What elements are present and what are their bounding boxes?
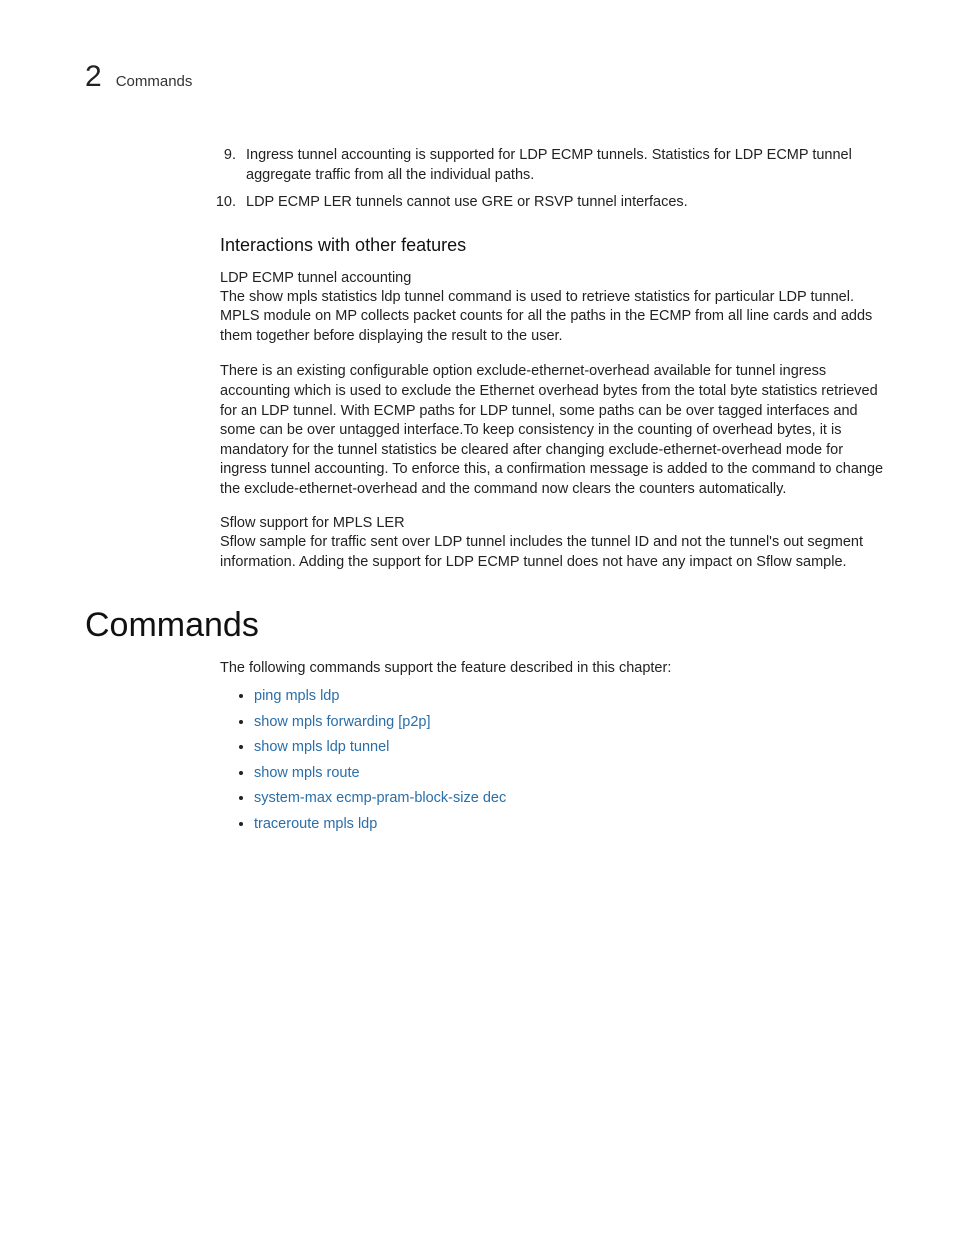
command-link[interactable]: ping mpls ldp bbox=[254, 688, 339, 704]
command-link[interactable]: show mpls forwarding [p2p] bbox=[254, 714, 431, 730]
section-heading-commands: Commands bbox=[85, 606, 884, 645]
numbered-list: Ingress tunnel accounting is supported f… bbox=[220, 146, 884, 213]
commands-list: ping mpls ldp show mpls forwarding [p2p]… bbox=[220, 687, 884, 834]
paragraph-title: LDP ECMP tunnel accounting bbox=[220, 270, 884, 286]
command-link[interactable]: show mpls ldp tunnel bbox=[254, 739, 389, 755]
paragraph-title: Sflow support for MPLS LER bbox=[220, 515, 884, 531]
section-heading-interactions: Interactions with other features bbox=[220, 235, 884, 256]
chapter-number: 2 bbox=[85, 60, 102, 94]
list-item: system-max ecmp-pram-block-size dec bbox=[254, 789, 884, 809]
commands-body: The following commands support the featu… bbox=[220, 659, 884, 834]
commands-intro: The following commands support the featu… bbox=[220, 659, 884, 679]
list-item: traceroute mpls ldp bbox=[254, 815, 884, 835]
page: 2 Commands Ingress tunnel accounting is … bbox=[0, 0, 954, 900]
list-item: LDP ECMP LER tunnels cannot use GRE or R… bbox=[240, 193, 884, 213]
list-item: show mpls route bbox=[254, 764, 884, 784]
command-link[interactable]: traceroute mpls ldp bbox=[254, 816, 377, 832]
list-item: ping mpls ldp bbox=[254, 687, 884, 707]
list-item: show mpls ldp tunnel bbox=[254, 738, 884, 758]
list-item: show mpls forwarding [p2p] bbox=[254, 713, 884, 733]
paragraph: There is an existing configurable option… bbox=[220, 362, 884, 499]
page-header: 2 Commands bbox=[85, 60, 884, 94]
chapter-title: Commands bbox=[116, 73, 193, 90]
paragraph: Sflow sample for traffic sent over LDP t… bbox=[220, 533, 884, 572]
paragraph: The show mpls statistics ldp tunnel comm… bbox=[220, 288, 884, 347]
list-item: Ingress tunnel accounting is supported f… bbox=[240, 146, 884, 185]
body-indent: Ingress tunnel accounting is supported f… bbox=[220, 146, 884, 572]
command-link[interactable]: show mpls route bbox=[254, 765, 360, 781]
command-link[interactable]: system-max ecmp-pram-block-size dec bbox=[254, 790, 506, 806]
